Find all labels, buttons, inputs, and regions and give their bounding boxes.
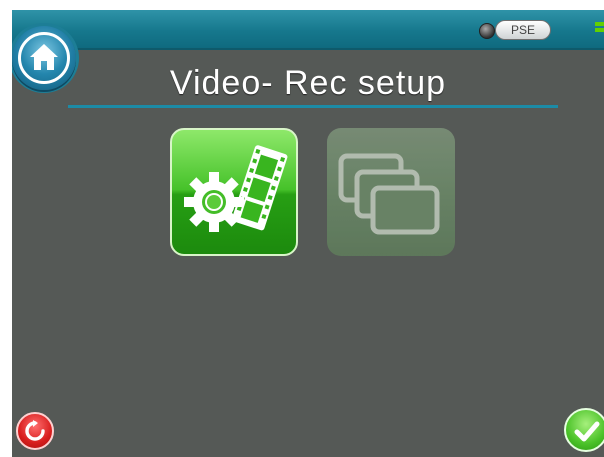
multi-screen-tile[interactable]: [327, 128, 455, 256]
confirm-button[interactable]: [564, 408, 604, 452]
reset-button[interactable]: [16, 412, 54, 450]
status-led-icon: [479, 23, 495, 39]
video-settings-tile[interactable]: [170, 128, 298, 256]
gear-film-icon: [184, 145, 288, 232]
checkmark-icon: [574, 421, 600, 442]
title-underline: [68, 105, 558, 108]
page-title: Video- Rec setup: [169, 64, 447, 102]
device-screen: PSE Video- Rec setup: [12, 10, 604, 457]
pse-badge[interactable]: PSE: [495, 20, 551, 40]
reset-icon: [25, 420, 45, 441]
battery-icon: [595, 22, 604, 38]
multi-screen-icon: [338, 153, 440, 235]
